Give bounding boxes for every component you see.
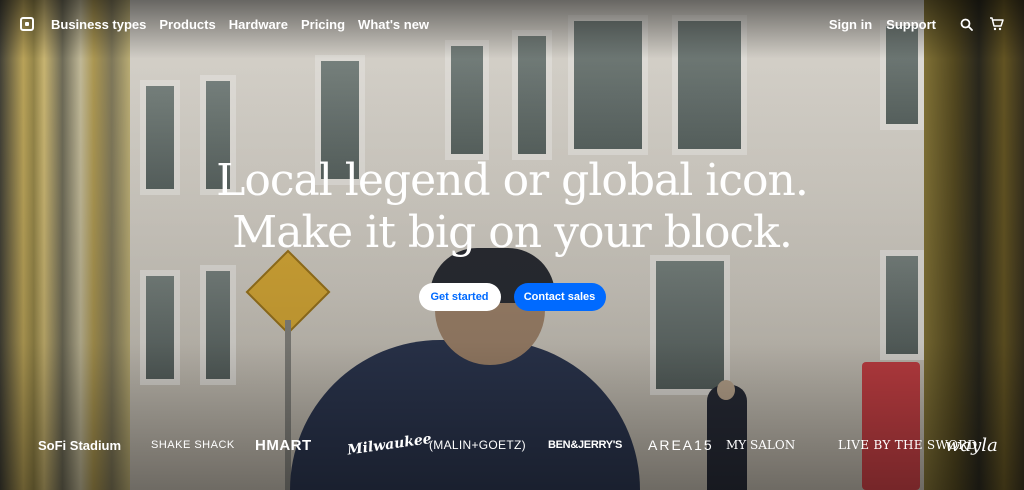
brand-logo-shake-shack: SHAKE SHACK bbox=[151, 439, 235, 451]
brand-logo-malin-goetz: (MALIN+GOETZ) bbox=[429, 438, 526, 452]
nav-hardware[interactable]: Hardware bbox=[229, 17, 288, 32]
nav-business-types[interactable]: Business types bbox=[51, 17, 146, 32]
nav-whats-new[interactable]: What's new bbox=[358, 17, 429, 32]
brand-logo-live-by-the-sword: LIVE BY THE SWORD bbox=[838, 438, 978, 452]
nav-pricing[interactable]: Pricing bbox=[301, 17, 345, 32]
cart-icon[interactable] bbox=[988, 16, 1004, 32]
brand-logo-ben-jerrys: BEN&JERRY'S bbox=[548, 439, 623, 451]
support-link[interactable]: Support bbox=[886, 17, 936, 32]
brand-logo-my-salon: MY SALON bbox=[726, 438, 796, 452]
sign-in-link[interactable]: Sign in bbox=[829, 17, 872, 32]
top-navigation: Business types Products Hardware Pricing… bbox=[0, 0, 1024, 48]
headline-line-2: Make it big on your block. bbox=[232, 207, 793, 258]
brand-logo-strip: SoFi Stadium SHAKE SHACK HMART Milwaukee… bbox=[38, 430, 1010, 460]
square-logo-icon[interactable] bbox=[20, 17, 34, 31]
get-started-button[interactable]: Get started bbox=[418, 283, 501, 311]
nav-right-group: Sign in Support bbox=[829, 16, 1004, 32]
search-icon[interactable] bbox=[958, 16, 974, 32]
brand-logo-milwaukee: Milwaukee bbox=[346, 430, 433, 459]
nav-products[interactable]: Products bbox=[159, 17, 215, 32]
brand-logo-sofi-stadium: SoFi Stadium bbox=[38, 437, 122, 453]
brand-logo-hmart: HMART bbox=[255, 436, 312, 454]
brand-logo-area15: AREA15 bbox=[648, 437, 714, 453]
hero-headline: Local legend or global icon. Make it big… bbox=[0, 155, 1024, 259]
cta-group: Get started Contact sales bbox=[0, 283, 1024, 311]
contact-sales-button[interactable]: Contact sales bbox=[513, 283, 606, 311]
headline-line-1: Local legend or global icon. bbox=[216, 155, 809, 206]
brand-logo-wayla: wayla bbox=[945, 434, 998, 456]
